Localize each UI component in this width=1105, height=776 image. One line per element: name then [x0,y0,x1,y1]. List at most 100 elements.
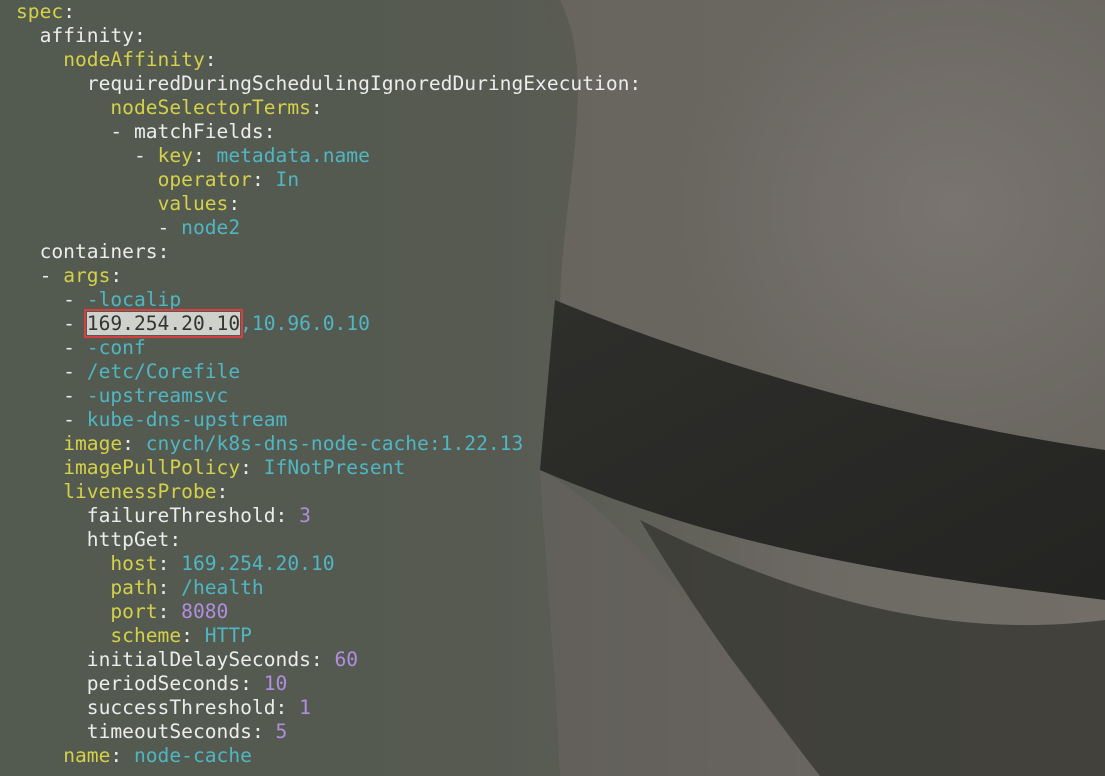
yaml-separator: : [110,744,134,767]
line-indent: - [16,336,87,359]
yaml-separator: : [251,720,276,743]
code-line: host: 169.254.20.10 [16,552,641,576]
yaml-key: failureThreshold [86,504,276,527]
yaml-separator: : [133,24,146,47]
yaml-separator: : [157,552,182,575]
code-line: imagePullPolicy: IfNotPresent [16,456,641,480]
yaml-separator: : [240,672,264,695]
yaml-value: /health [181,576,264,599]
yaml-key: args [63,264,111,287]
code-line: image: cnych/k8s-dns-node-cache:1.22.13 [16,432,641,456]
yaml-key: scheme [110,624,182,647]
code-line: - node2 [16,216,641,240]
yaml-value: 3 [299,504,311,527]
code-line: periodSeconds: 10 [16,672,641,696]
yaml-separator: : [240,456,264,479]
yaml-value: -localip [86,288,182,311]
yaml-separator: : [216,480,229,503]
yaml-separator: : [263,120,276,143]
yaml-key: spec [16,0,64,23]
code-line: - -localip [16,288,641,312]
yaml-separator: : [169,528,182,551]
yaml-key: httpGet [86,528,170,551]
yaml-value: In [275,168,300,191]
code-line: containers: [16,240,641,264]
line-indent: - [16,360,87,383]
yaml-value: kube-dns-upstream [86,408,288,431]
yaml-value: ,10.96.0.10 [240,312,370,335]
code-line: nodeSelectorTerms: [16,96,641,120]
line-indent: - [16,144,158,167]
code-line: affinity: [16,24,641,48]
yaml-key: image [63,432,123,455]
yaml-value: 169.254.20.10 [181,552,335,575]
yaml-key: operator [157,168,252,191]
yaml-value: -upstreamsvc [86,384,229,407]
terminal-window: spec: affinity: nodeAffinity: requiredDu… [0,0,1105,776]
yaml-key: nodeAffinity [63,48,205,71]
yaml-separator: : [157,600,182,623]
yaml-key: key [157,144,193,167]
code-line: livenessProbe: [16,480,641,504]
code-line: - args: [16,264,641,288]
code-line: - matchFields: [16,120,641,144]
yaml-key: name [63,744,111,767]
code-line: nodeAffinity: [16,48,641,72]
yaml-value: 60 [334,648,359,671]
yaml-key: successThreshold [86,696,276,719]
code-line: path: /health [16,576,641,600]
yaml-key: affinity [39,24,134,47]
yaml-separator: : [310,648,335,671]
yaml-separator: : [228,192,241,215]
yaml-value: -conf [86,336,146,359]
yaml-separator: : [122,432,146,455]
yaml-key: timeoutSeconds [86,720,252,743]
yaml-value: metadata.name [216,144,370,167]
code-line: operator: In [16,168,641,192]
yaml-key: path [110,576,158,599]
yaml-key: periodSeconds [86,672,241,695]
yaml-separator: : [251,168,276,191]
code-line: - 169.254.20.10,10.96.0.10 [16,309,641,338]
code-line: scheme: HTTP [16,624,641,648]
yaml-key: values [157,192,229,215]
yaml-value: HTTP [204,624,252,647]
yaml-separator: : [629,72,642,95]
line-indent: - [16,312,87,335]
line-indent: - [16,384,87,407]
yaml-separator: : [192,144,217,167]
yaml-key: port [110,600,158,623]
yaml-key: containers [39,240,158,263]
code-line: httpGet: [16,528,641,552]
code-line: name: node-cache [16,744,641,768]
yaml-key: initialDelaySeconds [86,648,311,671]
line-indent: - [16,120,134,143]
yaml-separator: : [110,264,123,287]
line-indent: - [16,216,182,239]
code-line: spec: [16,0,641,24]
yaml-separator: : [63,0,75,23]
code-line: - -conf [16,336,641,360]
line-indent: - [16,288,87,311]
yaml-value: 8080 [181,600,229,623]
yaml-editor[interactable]: spec: affinity: nodeAffinity: requiredDu… [16,0,641,768]
code-line: - key: metadata.name [16,144,641,168]
yaml-separator: : [275,504,300,527]
